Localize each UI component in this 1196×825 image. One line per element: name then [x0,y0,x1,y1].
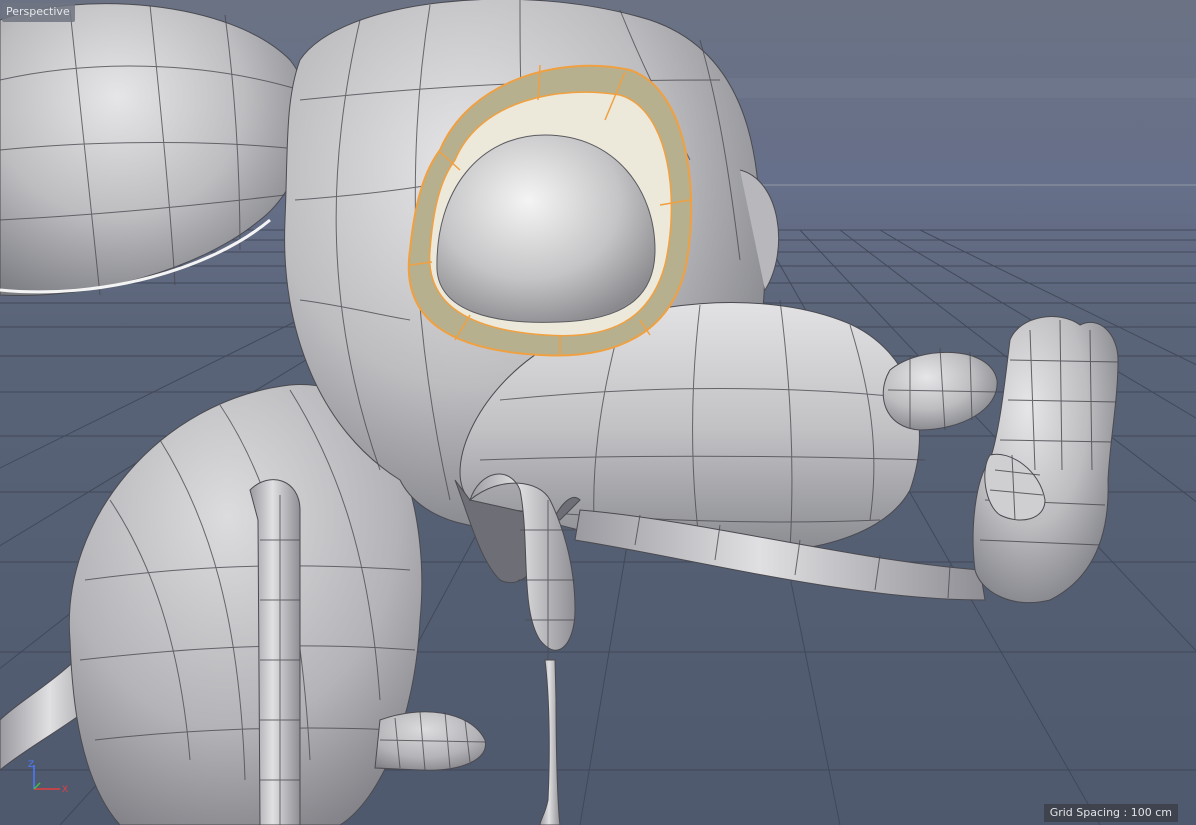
mouse-hand [972,316,1119,604]
perspective-viewport[interactable]: Perspective Z X Grid Spacing : 100 cm [0,0,1196,825]
grid-spacing-readout: Grid Spacing : 100 cm [1043,804,1178,822]
axis-z-label: Z [28,760,34,770]
axis-x-label: X [62,785,68,795]
scene-canvas[interactable] [0,0,1196,825]
mouse-nose [882,347,999,431]
axis-gizmo: Z X [28,760,68,795]
view-name-label[interactable]: Perspective [2,3,75,22]
